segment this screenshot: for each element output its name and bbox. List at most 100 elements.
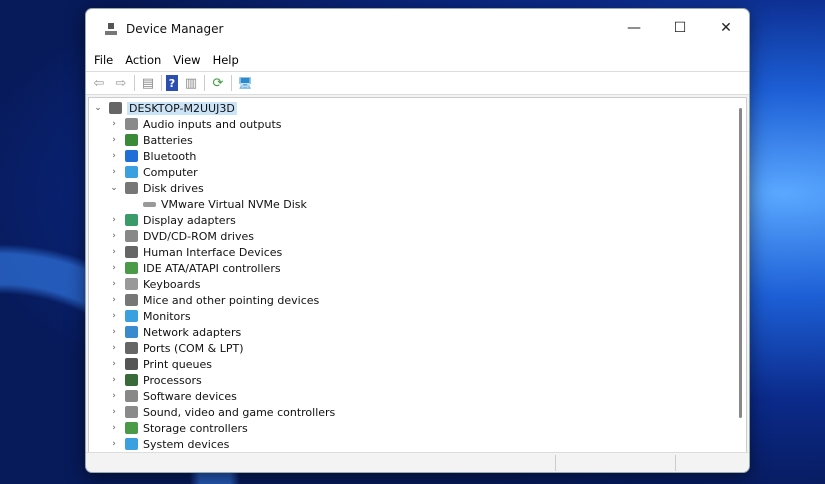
device-manager-window: Device Manager — ☐ ✕ File Action View He… xyxy=(85,8,750,473)
chevron-right-icon[interactable]: › xyxy=(107,231,121,241)
tree-item[interactable]: › DVD/CD-ROM drives xyxy=(89,228,746,244)
chevron-right-icon[interactable]: › xyxy=(107,375,121,385)
tree-item[interactable]: › System devices xyxy=(89,436,746,452)
device-category-icon xyxy=(125,438,138,450)
tree-item[interactable]: › Human Interface Devices xyxy=(89,244,746,260)
disk-icon xyxy=(143,201,156,207)
menu-action[interactable]: Action xyxy=(121,53,169,67)
toolbar: ⇦ ⇨ ▤ ? ▥ ⟳ 🖥 xyxy=(86,71,749,95)
chevron-right-icon[interactable]: › xyxy=(107,215,121,225)
update-driver-icon[interactable]: ⟳ xyxy=(209,75,227,91)
tree-root[interactable]: ⌄ DESKTOP-M2UUJ3D xyxy=(89,100,746,116)
chevron-down-icon[interactable]: ⌄ xyxy=(107,183,121,193)
tree-item-label: Audio inputs and outputs xyxy=(143,117,282,131)
chevron-right-icon[interactable]: › xyxy=(107,343,121,353)
tree-item-label: Disk drives xyxy=(143,181,204,195)
menu-bar: File Action View Help xyxy=(86,49,749,71)
tree-item[interactable]: › Mice and other pointing devices xyxy=(89,292,746,308)
tree-item[interactable]: › Display adapters xyxy=(89,212,746,228)
menu-help[interactable]: Help xyxy=(209,53,247,67)
chevron-right-icon[interactable]: › xyxy=(107,135,121,145)
chevron-right-icon[interactable]: › xyxy=(107,167,121,177)
device-category-icon xyxy=(125,422,138,434)
chevron-right-icon[interactable]: › xyxy=(107,359,121,369)
tree-child-label: VMware Virtual NVMe Disk xyxy=(161,197,307,211)
menu-file[interactable]: File xyxy=(90,53,121,67)
device-category-icon xyxy=(125,246,138,258)
device-category-icon xyxy=(125,342,138,354)
tree-item-label: Keyboards xyxy=(143,277,201,291)
chevron-right-icon[interactable]: › xyxy=(107,407,121,417)
tree-item[interactable]: › Computer xyxy=(89,164,746,180)
chevron-right-icon[interactable]: › xyxy=(107,279,121,289)
device-category-icon xyxy=(125,134,138,146)
tree-item-label: DVD/CD-ROM drives xyxy=(143,229,254,243)
chevron-right-icon[interactable]: › xyxy=(107,247,121,257)
chevron-right-icon[interactable]: › xyxy=(107,423,121,433)
properties-icon[interactable]: ▤ xyxy=(139,75,157,91)
tree-item[interactable]: › Software devices xyxy=(89,388,746,404)
tree-item[interactable]: › Batteries xyxy=(89,132,746,148)
device-manager-icon xyxy=(105,23,117,35)
tree-item[interactable]: › Storage controllers xyxy=(89,420,746,436)
tree-item-label: Ports (COM & LPT) xyxy=(143,341,244,355)
tree-item-label: Display adapters xyxy=(143,213,236,227)
tree-item-label: Sound, video and game controllers xyxy=(143,405,336,419)
device-category-icon xyxy=(125,214,138,226)
help-icon[interactable]: ? xyxy=(166,75,178,91)
minimize-button[interactable]: — xyxy=(611,9,657,47)
chevron-down-icon[interactable]: ⌄ xyxy=(91,103,105,113)
scan-hardware-icon[interactable]: 🖥 xyxy=(236,75,254,91)
device-category-icon xyxy=(125,150,138,162)
tree-item[interactable]: › Ports (COM & LPT) xyxy=(89,340,746,356)
chevron-right-icon[interactable]: › xyxy=(107,391,121,401)
tree-item-label: Batteries xyxy=(143,133,193,147)
tree-item-label: IDE ATA/ATAPI controllers xyxy=(143,261,281,275)
root-label: DESKTOP-M2UUJ3D xyxy=(127,101,237,115)
toolbar-separator xyxy=(134,75,135,91)
tree-item-label: Bluetooth xyxy=(143,149,197,163)
close-button[interactable]: ✕ xyxy=(703,9,749,47)
tree-item[interactable]: › Monitors xyxy=(89,308,746,324)
device-category-icon xyxy=(125,182,138,194)
back-arrow-icon[interactable]: ⇦ xyxy=(90,75,108,91)
device-category-icon xyxy=(125,358,138,370)
tree-item[interactable]: › IDE ATA/ATAPI controllers xyxy=(89,260,746,276)
device-tree: ⌄ DESKTOP-M2UUJ3D › Audio inputs and outp… xyxy=(88,97,747,453)
tree-item[interactable]: › Bluetooth xyxy=(89,148,746,164)
device-category-icon xyxy=(125,278,138,290)
device-category-icon xyxy=(125,230,138,242)
tree-item[interactable]: › Audio inputs and outputs xyxy=(89,116,746,132)
tree-item-label: Computer xyxy=(143,165,198,179)
tree-item[interactable]: › Network adapters xyxy=(89,324,746,340)
tree-item-label: System devices xyxy=(143,437,230,451)
device-category-icon xyxy=(125,390,138,402)
chevron-right-icon[interactable]: › xyxy=(107,295,121,305)
forward-arrow-icon[interactable]: ⇨ xyxy=(112,75,130,91)
tree-item[interactable]: › Keyboards xyxy=(89,276,746,292)
toolbar-separator xyxy=(161,75,162,91)
tree-child-item[interactable]: VMware Virtual NVMe Disk xyxy=(89,196,746,212)
tree-item[interactable]: › Sound, video and game controllers xyxy=(89,404,746,420)
device-category-icon xyxy=(125,310,138,322)
chevron-right-icon[interactable]: › xyxy=(107,327,121,337)
tree-item-label: Processors xyxy=(143,373,202,387)
tree-item[interactable]: › Print queues xyxy=(89,356,746,372)
view-icon[interactable]: ▥ xyxy=(182,75,200,91)
maximize-button[interactable]: ☐ xyxy=(657,9,703,47)
menu-view[interactable]: View xyxy=(169,53,208,67)
title-bar[interactable]: Device Manager — ☐ ✕ xyxy=(86,9,749,49)
chevron-right-icon[interactable]: › xyxy=(107,311,121,321)
tree-item-label: Storage controllers xyxy=(143,421,248,435)
device-category-icon xyxy=(125,294,138,306)
tree-item[interactable]: › Processors xyxy=(89,372,746,388)
chevron-right-icon[interactable]: › xyxy=(107,119,121,129)
tree-item-label: Monitors xyxy=(143,309,191,323)
chevron-right-icon[interactable]: › xyxy=(107,439,121,449)
status-bar xyxy=(86,452,749,472)
tree-item[interactable]: ⌄ Disk drives xyxy=(89,180,746,196)
vertical-scrollbar[interactable] xyxy=(739,108,742,418)
computer-root-icon xyxy=(109,102,122,114)
chevron-right-icon[interactable]: › xyxy=(107,151,121,161)
chevron-right-icon[interactable]: › xyxy=(107,263,121,273)
